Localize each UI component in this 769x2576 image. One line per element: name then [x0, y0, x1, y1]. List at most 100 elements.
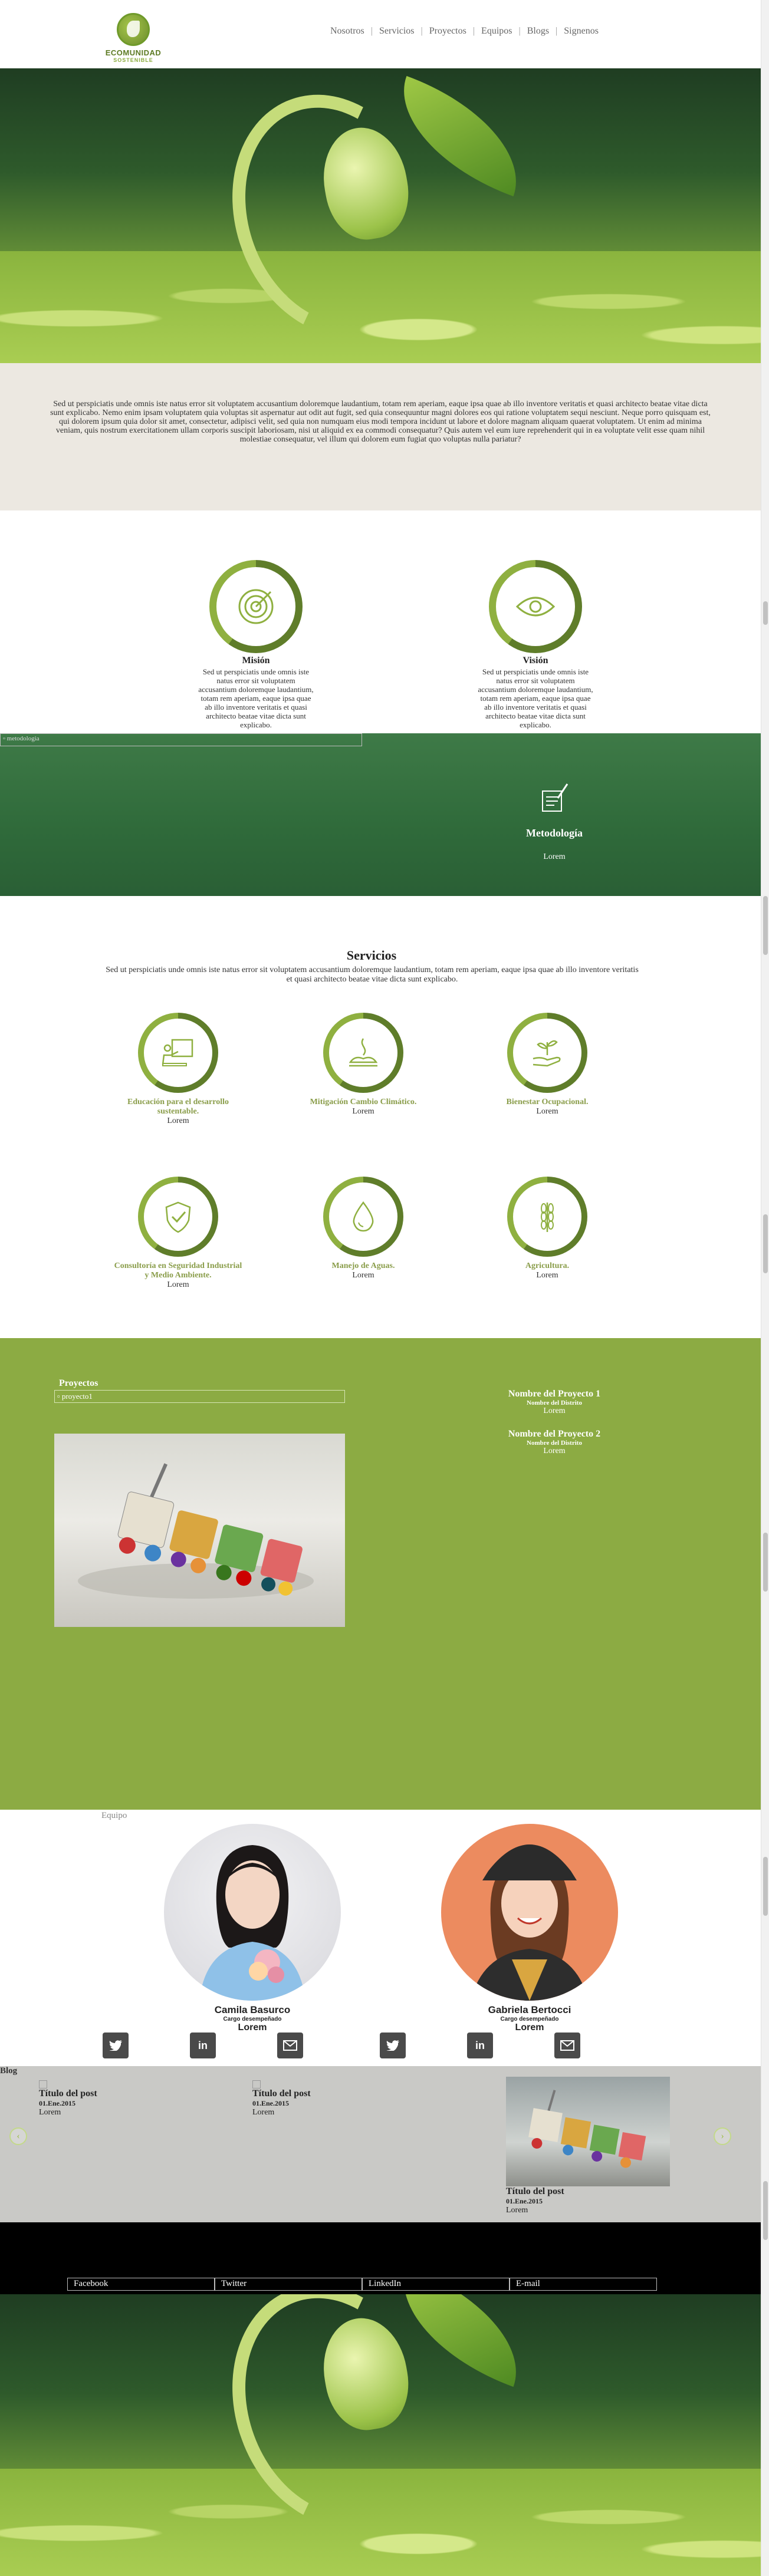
- project-photo[interactable]: [54, 1434, 345, 1627]
- footer: Facebook Twitter LinkedIn E-mail: [0, 2222, 761, 2294]
- carousel-prev-button[interactable]: ‹: [9, 2127, 27, 2145]
- services-section: Servicios Sed ut perspiciatis unde omnis…: [0, 896, 761, 1338]
- nav-separator: |: [556, 26, 558, 36]
- logo[interactable]: ECOMUNIDAD SOSTENIBLE: [105, 13, 162, 63]
- methodology-image-alt: metodologia: [6, 735, 40, 742]
- blog-post[interactable]: Título del post 01.Ene.2015 Lorem: [252, 2080, 412, 2117]
- email-icon[interactable]: [277, 2033, 303, 2058]
- blog-section: Blog ‹ › Título del post 01.Ene.2015 Lor…: [0, 2066, 761, 2222]
- post-text: Lorem: [39, 2108, 61, 2117]
- methodology-section: ▫ metodologia Metodología Lorem: [0, 733, 761, 896]
- logo-line2: SOSTENIBLE: [113, 57, 153, 63]
- vision-text: Sed ut perspiciatis unde omnis iste natu…: [478, 667, 593, 729]
- blog-post[interactable]: Título del post 01.Ene.2015 Lorem: [39, 2080, 198, 2117]
- email-icon[interactable]: [554, 2033, 580, 2058]
- scrollbar-thumb[interactable]: [763, 2181, 768, 2240]
- service-item[interactable]: Mitigación Cambio Climático. Lorem: [298, 1013, 428, 1116]
- bottom-hero-image: [0, 2294, 761, 2576]
- scrollbar-thumb[interactable]: [763, 1857, 768, 1916]
- mission-ring: [209, 560, 303, 653]
- service-item[interactable]: Manejo de Aguas. Lorem: [298, 1177, 428, 1280]
- service-ring: [507, 1013, 587, 1093]
- footer-twitter-link[interactable]: Twitter: [215, 2278, 362, 2291]
- scrollbar-thumb[interactable]: [763, 1533, 768, 1592]
- footer-linkedin-link[interactable]: LinkedIn: [362, 2278, 510, 2291]
- nav-siguenos[interactable]: Signenos: [564, 26, 599, 37]
- service-label: Mitigación Cambio Climático.: [310, 1098, 417, 1106]
- project-image-alt: proyecto1: [61, 1392, 93, 1401]
- service-item[interactable]: Bienestar Ocupacional. Lorem: [482, 1013, 612, 1116]
- footer-facebook-link[interactable]: Facebook: [67, 2278, 215, 2291]
- avatar: [164, 1824, 341, 2001]
- intro-text: Sed ut perspiciatis unde omnis iste natu…: [50, 400, 711, 444]
- service-ring: [507, 1177, 587, 1257]
- service-label: Bienestar Ocupacional.: [506, 1098, 589, 1106]
- vision-ring: [489, 560, 582, 653]
- project-item[interactable]: Nombre del Proyecto 1 Nombre del Distrit…: [484, 1389, 625, 1416]
- notebook-pencil-icon: [542, 783, 568, 812]
- member-role: Cargo desempeñado: [500, 2016, 559, 2022]
- avatar: [441, 1824, 618, 2001]
- person-photo: [471, 1844, 589, 2001]
- post-date: 01.Ene.2015: [506, 2197, 543, 2205]
- service-sub: Lorem: [536, 1271, 558, 1280]
- broken-image-icon: [39, 2080, 47, 2089]
- service-item[interactable]: Agricultura. Lorem: [482, 1177, 612, 1280]
- nav-separator: |: [420, 26, 423, 36]
- nav-nosotros[interactable]: Nosotros: [330, 26, 364, 37]
- page-scrollbar[interactable]: [761, 0, 769, 2576]
- blog-post[interactable]: Título del post 01.Ene.2015 Lorem: [506, 2077, 671, 2215]
- logo-globe-icon: [117, 13, 150, 46]
- service-sub: Lorem: [536, 1107, 558, 1116]
- shield-check-icon: [165, 1201, 191, 1233]
- team-label: Equipo: [101, 1811, 127, 1820]
- toy-train-image: [528, 2090, 646, 2168]
- nav-equipos[interactable]: Equipos: [481, 26, 512, 37]
- service-ring: [138, 1013, 218, 1093]
- project-broken-image: ▫ proyecto1: [54, 1390, 345, 1403]
- services-title: Servicios: [346, 948, 397, 963]
- footer-email-link[interactable]: E-mail: [510, 2278, 657, 2291]
- scrollbar-thumb[interactable]: [763, 601, 768, 625]
- climate-icon: [349, 1038, 378, 1067]
- project-name: Nombre del Proyecto 2: [508, 1429, 601, 1439]
- service-sub: Lorem: [352, 1271, 374, 1280]
- methodology-text: Lorem: [543, 852, 566, 861]
- scrollbar-thumb[interactable]: [763, 896, 768, 955]
- wheat-icon: [541, 1203, 554, 1232]
- linkedin-icon[interactable]: in: [467, 2033, 493, 2058]
- service-label: Educación para el desarrollo sustentable…: [127, 1098, 229, 1116]
- presentation-icon: [162, 1039, 193, 1066]
- service-ring: [323, 1013, 403, 1093]
- methodology-title: Metodología: [526, 827, 583, 839]
- carousel-next-button[interactable]: ›: [714, 2127, 731, 2145]
- blog-label: Blog: [0, 2066, 18, 2076]
- service-label: Manejo de Aguas.: [331, 1261, 395, 1270]
- twitter-icon[interactable]: [380, 2033, 406, 2058]
- service-item[interactable]: Educación para el desarrollo sustentable…: [113, 1013, 243, 1126]
- nav-separator: |: [472, 26, 475, 36]
- projects-list: Nombre del Proyecto 1 Nombre del Distrit…: [484, 1389, 625, 1469]
- member-name: Camila Basurco: [214, 2004, 291, 2015]
- nav-servicios[interactable]: Servicios: [379, 26, 415, 37]
- service-ring: [323, 1177, 403, 1257]
- nav-proyectos[interactable]: Proyectos: [429, 26, 466, 37]
- post-image: [506, 2077, 670, 2186]
- project-district: Nombre del Distrito: [527, 1399, 582, 1406]
- vision-title: Visión: [522, 655, 548, 666]
- project-district: Nombre del Distrito: [527, 1439, 582, 1447]
- linkedin-icon[interactable]: in: [190, 2033, 216, 2058]
- hand-plant-icon: [533, 1040, 561, 1067]
- broken-image-icon: [252, 2080, 261, 2089]
- twitter-icon[interactable]: [103, 2033, 129, 2058]
- project-item[interactable]: Nombre del Proyecto 2 Nombre del Distrit…: [484, 1429, 625, 1456]
- nav-blogs[interactable]: Blogs: [527, 26, 549, 37]
- service-item[interactable]: Consultoría en Seguridad Industrial y Me…: [113, 1177, 243, 1290]
- service-ring: [138, 1177, 218, 1257]
- scrollbar-thumb[interactable]: [763, 1214, 768, 1273]
- post-text: Lorem: [252, 2108, 275, 2117]
- team-member: Camila Basurco Cargo desempeñado Lorem: [164, 1824, 341, 2033]
- team-section: Equipo Camila Basurco Cargo desempeñado …: [0, 1810, 761, 2066]
- intro-section: Sed ut perspiciatis unde omnis iste natu…: [0, 363, 761, 510]
- member-text: Lorem: [238, 2022, 267, 2033]
